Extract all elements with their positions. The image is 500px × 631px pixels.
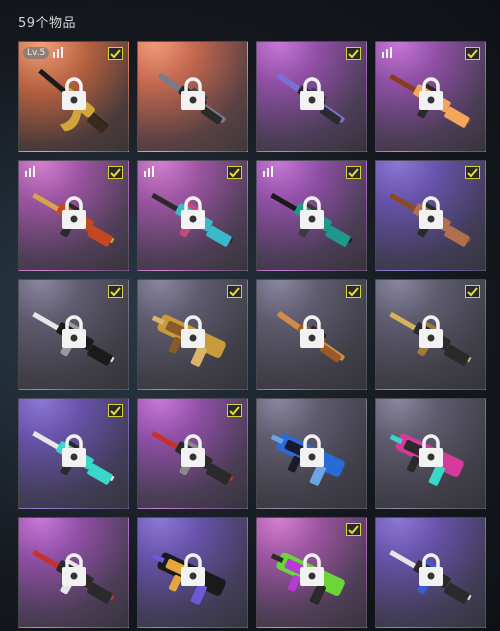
inventory-item[interactable] bbox=[18, 160, 129, 271]
checkmark-icon bbox=[110, 168, 121, 178]
checkmark-icon bbox=[110, 406, 121, 416]
selected-checkbox[interactable] bbox=[227, 404, 242, 417]
upgrade-bars-icon bbox=[382, 47, 392, 58]
level-badge: Lv.5 bbox=[23, 47, 50, 59]
selected-checkbox[interactable] bbox=[227, 166, 242, 179]
checkmark-icon bbox=[467, 168, 478, 178]
lock-icon bbox=[300, 77, 324, 110]
checkmark-icon bbox=[467, 287, 478, 297]
selected-checkbox[interactable] bbox=[227, 285, 242, 298]
lock-icon bbox=[181, 196, 205, 229]
inventory-item[interactable] bbox=[256, 279, 367, 390]
lock-icon bbox=[181, 434, 205, 467]
lock-icon bbox=[419, 196, 443, 229]
inventory-grid: Lv.5 bbox=[18, 41, 486, 628]
selected-checkbox[interactable] bbox=[108, 285, 123, 298]
inventory-item[interactable] bbox=[18, 517, 129, 628]
lock-icon bbox=[181, 77, 205, 110]
inventory-item[interactable] bbox=[256, 41, 367, 152]
inventory-item[interactable] bbox=[375, 517, 486, 628]
lock-icon bbox=[62, 315, 86, 348]
selected-checkbox[interactable] bbox=[346, 47, 361, 60]
lock-icon bbox=[419, 553, 443, 586]
upgrade-bars-icon bbox=[144, 166, 154, 177]
checkmark-icon bbox=[348, 287, 359, 297]
inventory-item[interactable] bbox=[137, 517, 248, 628]
selected-checkbox[interactable] bbox=[346, 166, 361, 179]
inventory-item[interactable] bbox=[256, 517, 367, 628]
inventory-item[interactable] bbox=[375, 279, 486, 390]
lock-icon bbox=[300, 553, 324, 586]
lock-icon bbox=[62, 196, 86, 229]
inventory-item[interactable] bbox=[375, 41, 486, 152]
inventory-item[interactable] bbox=[375, 160, 486, 271]
selected-checkbox[interactable] bbox=[346, 523, 361, 536]
checkmark-icon bbox=[348, 525, 359, 535]
inventory-item[interactable] bbox=[137, 160, 248, 271]
checkmark-icon bbox=[229, 406, 240, 416]
upgrade-bars-icon bbox=[25, 166, 35, 177]
lock-icon bbox=[300, 434, 324, 467]
lock-icon bbox=[181, 553, 205, 586]
inventory-item[interactable] bbox=[137, 279, 248, 390]
inventory-item[interactable] bbox=[137, 41, 248, 152]
inventory-item[interactable] bbox=[18, 279, 129, 390]
inventory-item[interactable] bbox=[137, 398, 248, 509]
item-count-label: 59个物品 bbox=[18, 16, 77, 31]
lock-icon bbox=[419, 434, 443, 467]
selected-checkbox[interactable] bbox=[346, 285, 361, 298]
lock-icon bbox=[419, 315, 443, 348]
lock-icon bbox=[62, 77, 86, 110]
inventory-item[interactable] bbox=[375, 398, 486, 509]
inventory-item[interactable] bbox=[256, 398, 367, 509]
selected-checkbox[interactable] bbox=[108, 166, 123, 179]
checkmark-icon bbox=[110, 49, 121, 59]
checkmark-icon bbox=[110, 287, 121, 297]
lock-icon bbox=[62, 553, 86, 586]
selected-checkbox[interactable] bbox=[108, 47, 123, 60]
lock-icon bbox=[62, 434, 86, 467]
selected-checkbox[interactable] bbox=[465, 285, 480, 298]
checkmark-icon bbox=[467, 49, 478, 59]
selected-checkbox[interactable] bbox=[465, 166, 480, 179]
upgrade-bars-icon bbox=[263, 166, 273, 177]
inventory-item[interactable] bbox=[256, 160, 367, 271]
checkmark-icon bbox=[229, 168, 240, 178]
lock-icon bbox=[181, 315, 205, 348]
selected-checkbox[interactable] bbox=[465, 47, 480, 60]
lock-icon bbox=[300, 315, 324, 348]
inventory-item[interactable]: Lv.5 bbox=[18, 41, 129, 152]
lock-icon bbox=[419, 77, 443, 110]
checkmark-icon bbox=[348, 168, 359, 178]
selected-checkbox[interactable] bbox=[108, 404, 123, 417]
upgrade-bars-icon bbox=[53, 47, 63, 58]
inventory-item[interactable] bbox=[18, 398, 129, 509]
checkmark-icon bbox=[229, 287, 240, 297]
checkmark-icon bbox=[348, 49, 359, 59]
lock-icon bbox=[300, 196, 324, 229]
